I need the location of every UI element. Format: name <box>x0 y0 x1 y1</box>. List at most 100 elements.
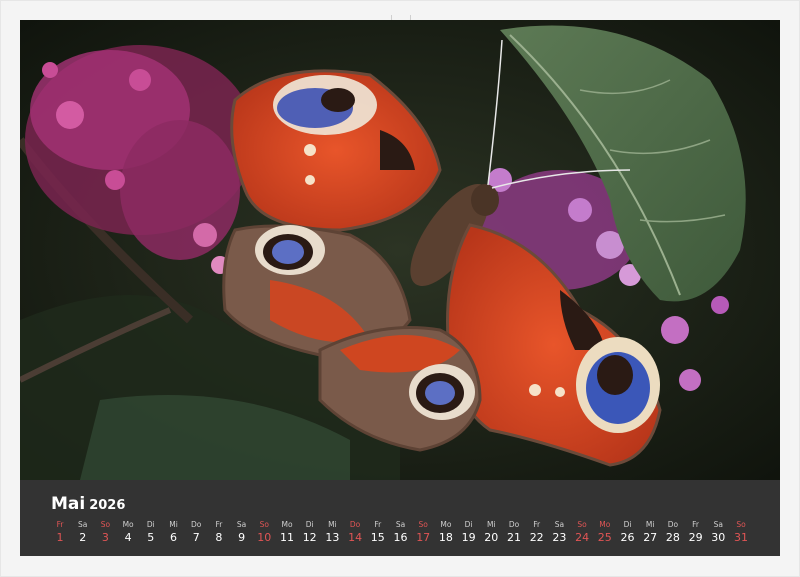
weekday-abbrev: Mi <box>328 520 337 529</box>
weekday-abbrev: Sa <box>395 520 406 529</box>
day-number: 4 <box>124 531 132 544</box>
weekday-abbrev: Fr <box>215 520 223 529</box>
day-number: 26 <box>620 531 635 544</box>
weekday-abbrev: Mo <box>281 520 293 529</box>
weekday-abbrev: So <box>100 520 111 529</box>
day-cell: Do 7 <box>184 520 208 546</box>
weekday-abbrev: Do <box>349 520 361 529</box>
weekday-abbrev: So <box>577 520 587 529</box>
day-cell: Do 28 <box>661 520 685 546</box>
day-cell: Di 5 <box>139 520 163 546</box>
day-number: 30 <box>711 531 726 544</box>
day-number: 21 <box>507 531 521 544</box>
day-number: 1 <box>56 531 64 544</box>
weekday-abbrev: Do <box>508 520 520 529</box>
day-number: 5 <box>147 531 155 544</box>
day-cell: Mo 4 <box>116 520 140 546</box>
day-cell: Do 14 <box>343 520 367 546</box>
weekday-abbrev: Di <box>305 520 314 529</box>
weekday-abbrev: Do <box>667 520 679 529</box>
day-number: 15 <box>370 531 385 544</box>
day-number: 11 <box>280 531 294 544</box>
day-cell: Fr 1 <box>48 520 72 546</box>
weekday-abbrev: So <box>259 520 269 529</box>
day-number: 12 <box>302 531 317 544</box>
weekday-abbrev: Di <box>623 520 632 529</box>
calendar-title: Mai 2026 <box>51 494 125 514</box>
month-label: Mai <box>51 494 86 514</box>
weekday-abbrev: Mi <box>169 520 178 529</box>
weekday-abbrev: So <box>418 520 428 529</box>
calendar-photo <box>20 20 780 480</box>
day-cell: So 24 <box>570 520 594 546</box>
weekday-abbrev: Do <box>191 520 202 529</box>
day-cell: Mo 25 <box>593 520 617 546</box>
weekday-abbrev: Fr <box>533 520 541 529</box>
day-cell: Sa 16 <box>389 520 413 546</box>
weekday-abbrev: Mi <box>645 520 655 529</box>
calendar-grid-panel: Mai 2026 Fr 1 Sa 2 So 3 Mo 4 Di 5 Mi 6 Do 7 Fr 8 Sa 9 So 10 M… <box>20 480 780 556</box>
weekday-abbrev: Mo <box>599 520 611 529</box>
day-cell: So 3 <box>93 520 117 546</box>
day-number: 27 <box>643 531 658 544</box>
weekday-abbrev: Di <box>146 520 155 529</box>
year-label: 2026 <box>89 498 126 513</box>
day-cell: Mi 27 <box>638 520 662 546</box>
day-number: 8 <box>215 531 223 544</box>
weekday-abbrev: Fr <box>374 520 382 529</box>
weekday-abbrev: So <box>736 520 746 529</box>
day-cell: So 17 <box>411 520 435 546</box>
weekday-abbrev: Sa <box>78 520 88 529</box>
day-cell: Mi 20 <box>479 520 503 546</box>
day-number: 7 <box>192 531 200 544</box>
day-cell: Fr 22 <box>525 520 549 546</box>
weekday-abbrev: Fr <box>692 520 700 529</box>
day-cell: Mi 13 <box>320 520 344 546</box>
day-number: 16 <box>393 531 408 544</box>
day-cell: Fr 29 <box>684 520 708 546</box>
day-number: 23 <box>552 531 567 544</box>
day-number: 25 <box>597 531 612 544</box>
day-number: 3 <box>101 531 109 544</box>
day-number: 28 <box>665 531 680 544</box>
day-cell: Fr 15 <box>366 520 390 546</box>
day-cell: Di 26 <box>616 520 640 546</box>
weekday-abbrev: Di <box>464 520 473 529</box>
day-number: 6 <box>170 531 177 544</box>
weekday-abbrev: Sa <box>554 520 565 529</box>
day-number: 22 <box>529 531 544 544</box>
day-number: 19 <box>461 531 476 544</box>
weekday-abbrev: Mo <box>440 520 452 529</box>
day-number: 29 <box>688 531 703 544</box>
day-number: 10 <box>257 531 272 544</box>
weekday-abbrev: Mi <box>487 520 496 529</box>
day-cell: So 31 <box>729 520 753 546</box>
day-number: 9 <box>238 531 246 544</box>
weekday-abbrev: Sa <box>713 520 723 529</box>
weekday-abbrev: Sa <box>236 520 247 529</box>
day-cell: Mo 11 <box>275 520 299 546</box>
day-row: Fr 1 Sa 2 So 3 Mo 4 Di 5 Mi 6 Do 7 Fr 8 Sa 9 So 10 Mo 11 Di 12 M… <box>48 520 763 550</box>
day-cell: Mo 18 <box>434 520 458 546</box>
day-number: 17 <box>416 531 431 544</box>
day-cell: Di 12 <box>298 520 322 546</box>
day-number: 20 <box>484 531 499 544</box>
weekday-abbrev: Fr <box>56 520 64 529</box>
day-cell: Sa 23 <box>547 520 571 546</box>
butterfly-photo-illustration <box>20 20 780 480</box>
day-number: 24 <box>575 531 590 544</box>
day-cell: Mi 6 <box>162 520 186 546</box>
day-number: 13 <box>325 531 340 544</box>
day-cell: Di 19 <box>457 520 481 546</box>
calendar-page: Mai 2026 Fr 1 Sa 2 So 3 Mo 4 Di 5 Mi 6 Do 7 Fr 8 Sa 9 So 10 M… <box>0 0 800 577</box>
day-number: 31 <box>734 531 748 544</box>
day-number: 18 <box>438 531 453 544</box>
day-cell: Sa 30 <box>706 520 730 546</box>
weekday-abbrev: Mo <box>122 520 134 529</box>
day-cell: Sa 2 <box>71 520 95 546</box>
day-cell: So 10 <box>252 520 276 546</box>
day-cell: Fr 8 <box>207 520 231 546</box>
day-cell: Sa 9 <box>230 520 254 546</box>
day-number: 2 <box>79 531 87 544</box>
day-cell: Do 21 <box>502 520 526 546</box>
